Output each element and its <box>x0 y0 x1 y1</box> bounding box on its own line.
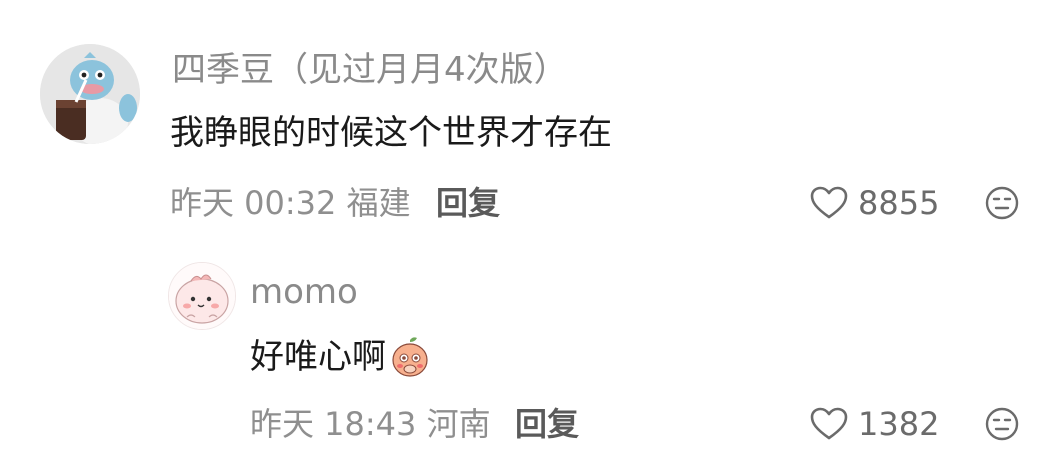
user-avatar[interactable] <box>168 262 236 330</box>
unamused-face-icon <box>985 186 1019 220</box>
like-count: 8855 <box>858 184 940 222</box>
comment-meta: 昨天 00:32 福建 <box>170 184 411 222</box>
like-button[interactable]: 1382 <box>810 405 939 443</box>
comment-meta: 昨天 18:43 河南 <box>250 405 491 443</box>
comment-time: 昨天 00:32 <box>170 184 337 222</box>
comment-text: 我睁眼的时候这个世界才存在 <box>170 113 612 153</box>
comment-text: 好唯心啊 <box>250 337 386 377</box>
comment-location: 河南 <box>426 405 491 443</box>
dislike-button[interactable] <box>985 186 1019 224</box>
like-count: 1382 <box>858 405 940 443</box>
user-avatar[interactable] <box>40 44 140 144</box>
comment-username[interactable]: momo <box>250 272 358 312</box>
heart-outline-icon <box>810 407 848 440</box>
comment-time: 昨天 18:43 <box>250 405 417 443</box>
pink-cartoon-avatar-icon <box>169 263 235 329</box>
heart-outline-icon <box>810 186 848 219</box>
dislike-button[interactable] <box>985 407 1019 445</box>
like-button[interactable]: 8855 <box>810 184 939 222</box>
comment-text-row: 好唯心啊 <box>250 336 430 378</box>
comment-location: 福建 <box>346 184 411 222</box>
unamused-face-icon <box>985 407 1019 441</box>
blushing-peach-emoji-icon <box>392 337 428 377</box>
comment-username[interactable]: 四季豆（见过月月4次版） <box>172 50 568 90</box>
shark-avatar-icon <box>40 44 140 144</box>
reply-button[interactable]: 回复 <box>436 184 500 222</box>
reply-button[interactable]: 回复 <box>515 405 579 443</box>
